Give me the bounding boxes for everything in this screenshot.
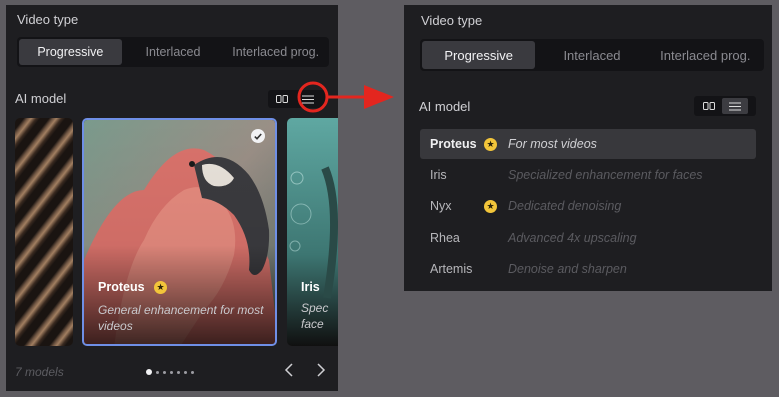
models-count: 7 models <box>15 365 64 379</box>
chevron-right-icon <box>317 363 326 377</box>
grid-view-icon <box>703 102 715 110</box>
model-card-iris[interactable]: Iris Spec face <box>287 118 338 346</box>
model-card-partial[interactable] <box>15 118 73 346</box>
prev-button[interactable] <box>284 363 298 379</box>
grid-view-button-list[interactable] <box>696 98 722 114</box>
page-dot[interactable] <box>163 370 166 374</box>
model-row-desc: Denoise and sharpen <box>508 262 627 276</box>
page-dot[interactable] <box>177 370 180 374</box>
list-view-button[interactable] <box>295 91 321 107</box>
video-type-segmented-control-list: Progressive Interlaced Interlaced prog. <box>420 39 764 71</box>
model-row-proteus[interactable]: Proteus ★ For most videos <box>420 129 756 159</box>
video-type-segmented-control: Progressive Interlaced Interlaced prog. <box>17 37 329 67</box>
star-icon: ★ <box>154 281 168 295</box>
view-toggle-list <box>694 96 756 116</box>
card-desc-proteus: General enhancement for most videos <box>98 303 264 333</box>
carousel-pagination <box>146 369 194 375</box>
model-row-desc: Advanced 4x upscaling <box>508 231 637 245</box>
card-title-iris: Iris <box>301 280 320 294</box>
model-row-desc: For most videos <box>508 137 597 151</box>
grid-view-icon <box>276 95 288 103</box>
video-type-interlaced[interactable]: Interlaced <box>122 39 225 65</box>
next-button[interactable] <box>316 363 330 379</box>
ai-model-label: AI model <box>15 91 67 106</box>
video-type-progressive-list[interactable]: Progressive <box>422 41 536 69</box>
ai-model-label-list: AI model <box>419 99 471 114</box>
grid-view-button[interactable] <box>269 91 295 107</box>
page-dot[interactable] <box>170 370 173 374</box>
carousel-view-panel: Video type Progressive Interlaced Interl… <box>6 5 338 391</box>
video-type-interlaced-list[interactable]: Interlaced <box>535 41 648 69</box>
list-view-icon <box>729 102 741 110</box>
model-row-name: Iris <box>430 168 447 182</box>
model-row-iris[interactable]: Iris Specialized enhancement for faces <box>420 160 756 190</box>
video-type-interlaced-prog-list[interactable]: Interlaced prog. <box>649 41 762 69</box>
star-icon: ★ <box>484 137 497 151</box>
model-row-nyx[interactable]: Nyx ★ Dedicated denoising <box>420 191 756 221</box>
chevron-left-icon <box>284 363 293 377</box>
model-row-rhea[interactable]: Rhea Advanced 4x upscaling <box>420 223 756 253</box>
view-toggle <box>268 90 326 108</box>
model-row-desc: Specialized enhancement for faces <box>508 168 703 182</box>
page-dot[interactable] <box>191 370 194 374</box>
model-row-name: Proteus <box>430 137 477 151</box>
model-row-name: Artemis <box>430 262 473 276</box>
model-row-desc: Dedicated denoising <box>508 199 622 213</box>
video-type-progressive[interactable]: Progressive <box>19 39 122 65</box>
model-row-name: Rhea <box>430 231 460 245</box>
model-card-proteus[interactable]: Proteus ★ General enhancement for most v… <box>82 118 277 346</box>
page-dot[interactable] <box>156 370 159 374</box>
video-type-label: Video type <box>17 12 79 27</box>
card-desc-iris: Spec face <box>301 301 329 331</box>
card-title-proteus: Proteus ★ <box>98 280 168 295</box>
list-view-panel: Video type Progressive Interlaced Interl… <box>404 5 772 291</box>
list-view-button-list[interactable] <box>722 98 748 114</box>
page-dot[interactable] <box>184 370 187 374</box>
star-icon: ★ <box>484 199 497 213</box>
page-dot-active[interactable] <box>146 369 152 375</box>
model-row-artemis[interactable]: Artemis Denoise and sharpen <box>420 254 756 284</box>
selected-check-icon <box>251 129 265 143</box>
arrow-right-icon <box>364 85 394 109</box>
model-row-name: Nyx <box>430 199 452 213</box>
video-type-label-list: Video type <box>421 13 483 28</box>
list-view-icon <box>302 95 314 103</box>
video-type-interlaced-prog[interactable]: Interlaced prog. <box>224 39 327 65</box>
